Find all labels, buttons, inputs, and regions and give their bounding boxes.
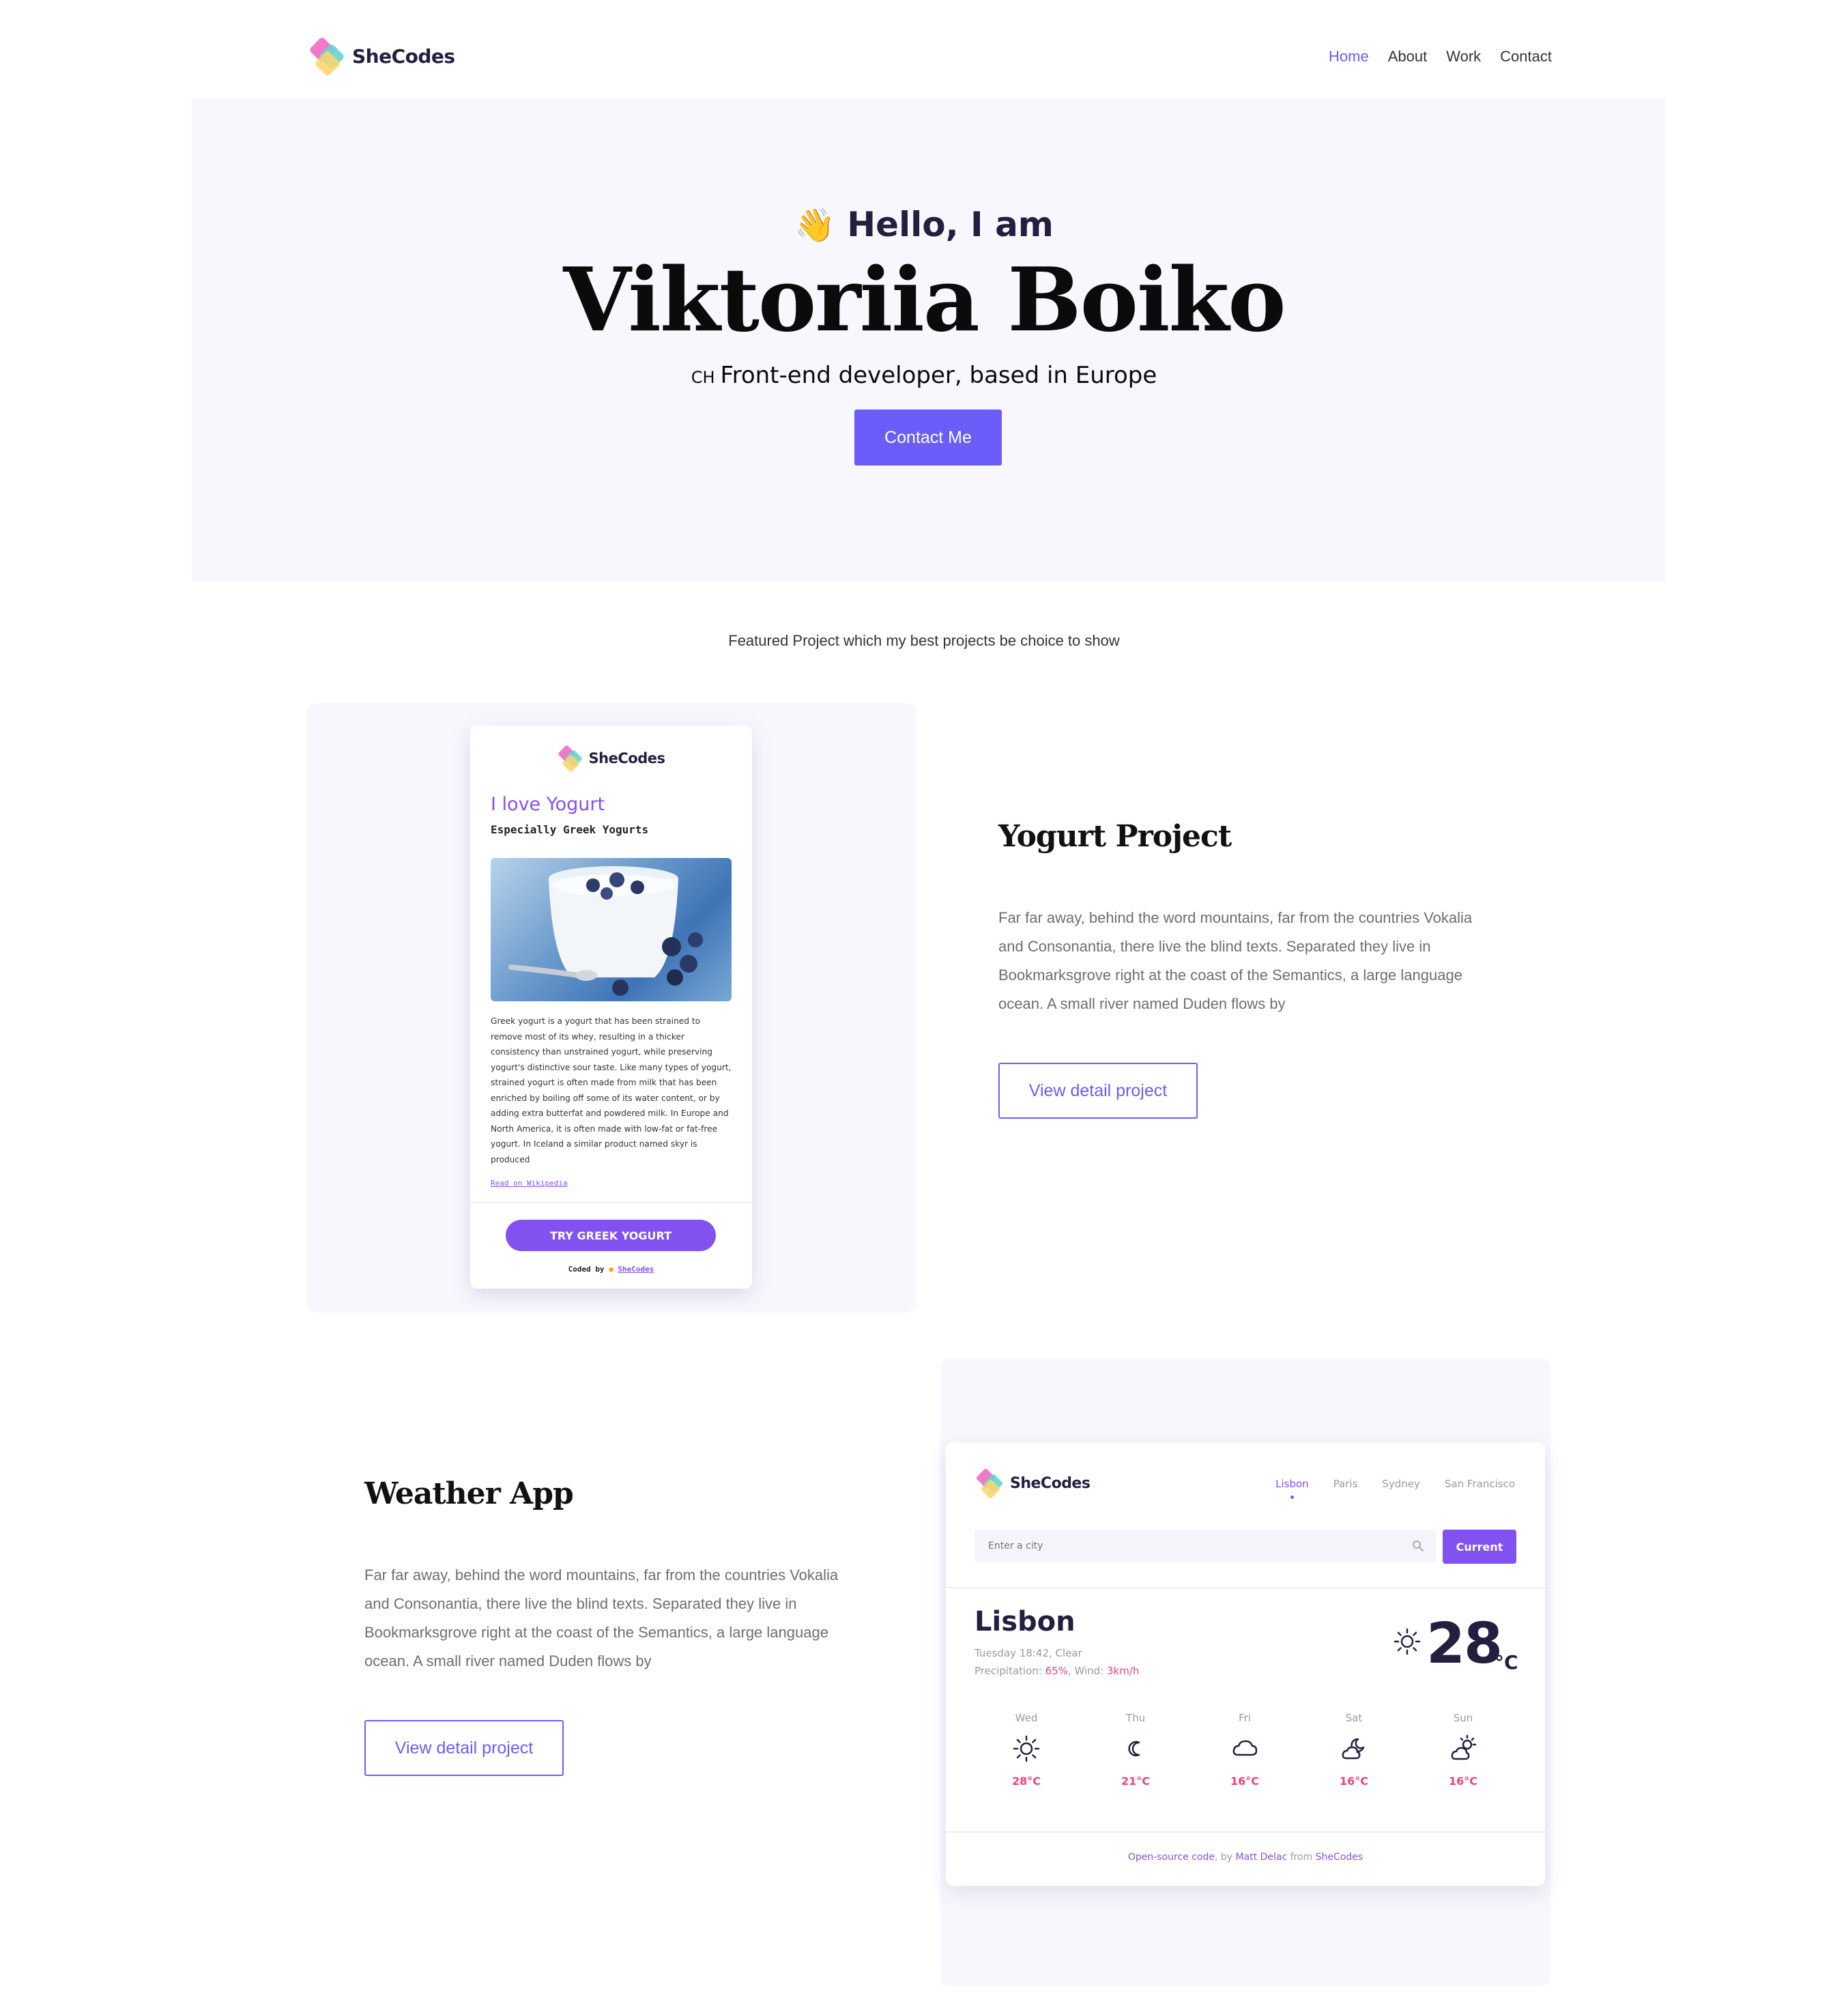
precip-label: Precipitation: bbox=[974, 1665, 1045, 1677]
partly-cloudy-icon bbox=[1451, 1734, 1477, 1760]
project-title: Weather App bbox=[364, 1476, 574, 1511]
forecast-day: Sat 16°C bbox=[1313, 1712, 1395, 1788]
current-location-button[interactable]: Current bbox=[1443, 1530, 1516, 1564]
shecodes-link[interactable]: SheCodes bbox=[618, 1265, 654, 1274]
hero-name: Viktoriia Boiko bbox=[563, 249, 1286, 352]
temperature-unit: °C bbox=[1495, 1651, 1518, 1674]
project-title: Yogurt Project bbox=[998, 819, 1232, 854]
coded-by: Coded by ● SheCodes bbox=[470, 1265, 752, 1274]
heart-icon: ● bbox=[609, 1265, 613, 1274]
moon-icon bbox=[1128, 1741, 1140, 1757]
project-description: Far far away, behind the word mountains,… bbox=[364, 1566, 839, 1670]
forecast-day: Sun 16°C bbox=[1422, 1712, 1504, 1788]
weather-logo: SheCodes bbox=[975, 1467, 1091, 1500]
cloud-icon bbox=[1232, 1740, 1258, 1756]
sun-icon bbox=[1394, 1628, 1421, 1655]
nav-link-contact[interactable]: Contact bbox=[1500, 48, 1552, 66]
tagline-text: Front-end developer, based in Europe bbox=[720, 362, 1157, 389]
hero-tagline: CH Front-end developer, based in Europe bbox=[0, 362, 1848, 389]
yogurt-heading: I love Yogurt bbox=[491, 794, 605, 815]
forecast-temp: 21°C bbox=[1121, 1775, 1150, 1788]
shecodes-logo-icon bbox=[308, 36, 348, 77]
current-temperature: 28 bbox=[1426, 1612, 1503, 1676]
view-detail-project-button[interactable]: View detail project bbox=[364, 1720, 564, 1776]
sun-icon bbox=[1013, 1735, 1040, 1762]
contact-me-button[interactable]: Contact Me bbox=[854, 410, 1002, 465]
city-search-input[interactable] bbox=[974, 1530, 1436, 1562]
nav-link-home[interactable]: Home bbox=[1329, 48, 1369, 66]
try-greek-yogurt-button[interactable]: TRY GREEK YOGURT bbox=[506, 1220, 716, 1251]
divider bbox=[946, 1587, 1545, 1588]
forecast-day-name: Fri bbox=[1239, 1712, 1251, 1724]
forecast-temp: 16°C bbox=[1448, 1775, 1477, 1788]
weather-details: Precipitation: 65%, Wind: 3km/h bbox=[974, 1665, 1139, 1677]
city-tab-paris[interactable]: Paris bbox=[1333, 1478, 1358, 1490]
forecast-temp: 16°C bbox=[1230, 1775, 1259, 1788]
hero-greeting: 👋 Hello, I am bbox=[0, 205, 1848, 244]
footer-text: from bbox=[1287, 1852, 1316, 1863]
shecodes-logo-icon bbox=[557, 745, 585, 773]
author-link[interactable]: Matt Delac bbox=[1236, 1852, 1288, 1863]
logo-text: SheCodes bbox=[588, 750, 665, 767]
divider bbox=[946, 1831, 1545, 1833]
divider bbox=[470, 1202, 752, 1203]
weather-footer: Open-source code, by Matt Delac from She… bbox=[946, 1852, 1545, 1863]
wind-label: , Wind: bbox=[1067, 1665, 1107, 1677]
logo-text: SheCodes bbox=[352, 44, 455, 68]
waving-hand-icon: 👋 bbox=[794, 206, 835, 244]
city-tab-sydney[interactable]: Sydney bbox=[1382, 1478, 1420, 1490]
wikipedia-link[interactable]: Read on Wikipedia bbox=[491, 1179, 568, 1188]
shecodes-link[interactable]: SheCodes bbox=[1316, 1852, 1363, 1863]
city-tab-lisbon[interactable]: Lisbon bbox=[1275, 1478, 1309, 1499]
site-logo[interactable]: SheCodes bbox=[308, 35, 459, 77]
forecast-day-name: Sat bbox=[1345, 1712, 1363, 1724]
forecast-day: Wed 28°C bbox=[985, 1712, 1067, 1788]
nav-link-work[interactable]: Work bbox=[1446, 48, 1481, 66]
forecast-day-name: Sun bbox=[1453, 1712, 1473, 1724]
logo-text: SheCodes bbox=[1010, 1474, 1091, 1492]
forecast-day-name: Wed bbox=[1015, 1712, 1038, 1724]
shecodes-logo-icon bbox=[975, 1467, 1006, 1500]
city-tab-san-francisco[interactable]: San Francisco bbox=[1445, 1478, 1515, 1490]
forecast-day: Fri 16°C bbox=[1204, 1712, 1286, 1788]
project-description: Far far away, behind the word mountains,… bbox=[998, 909, 1473, 1012]
precip-value: 65% bbox=[1045, 1665, 1068, 1677]
city-tabs: Lisbon Paris Sydney San Francisco bbox=[1275, 1478, 1515, 1499]
forecast-temp: 28°C bbox=[1011, 1775, 1041, 1788]
featured-intro: Featured Project which my best projects … bbox=[728, 632, 1120, 649]
weather-city: Lisbon bbox=[974, 1606, 1075, 1637]
forecast-day: Thu 21°C bbox=[1095, 1712, 1176, 1788]
yogurt-preview: SheCodes I love Yogurt Especially Greek … bbox=[470, 726, 752, 1289]
view-detail-project-button[interactable]: View detail project bbox=[998, 1063, 1198, 1119]
coded-by-text: Coded by bbox=[568, 1265, 605, 1274]
greeting-text: Hello, I am bbox=[847, 205, 1054, 244]
yogurt-body-text: Greek yogurt is a yogurt that has been s… bbox=[491, 1016, 732, 1164]
nav-link-about[interactable]: About bbox=[1388, 48, 1428, 66]
wind-value: 3km/h bbox=[1107, 1665, 1140, 1677]
yogurt-logo: SheCodes bbox=[470, 745, 752, 773]
main-nav: Home About Work Contact bbox=[1329, 48, 1552, 66]
footer-text: , by bbox=[1214, 1852, 1236, 1863]
yogurt-subheading: Especially Greek Yogurts bbox=[491, 823, 649, 836]
forecast-temp: 16°C bbox=[1339, 1775, 1368, 1788]
weather-date: Tuesday 18:42, Clear bbox=[974, 1647, 1082, 1659]
weather-preview: SheCodes Lisbon Paris Sydney San Francis… bbox=[946, 1442, 1545, 1886]
forecast-day-name: Thu bbox=[1125, 1712, 1146, 1724]
search-icon bbox=[1413, 1541, 1424, 1551]
yogurt-photo bbox=[491, 858, 732, 1001]
open-source-link[interactable]: Open-source code bbox=[1128, 1852, 1215, 1863]
tagline-prefix: CH bbox=[691, 368, 715, 387]
cloudy-moon-icon bbox=[1342, 1738, 1365, 1760]
